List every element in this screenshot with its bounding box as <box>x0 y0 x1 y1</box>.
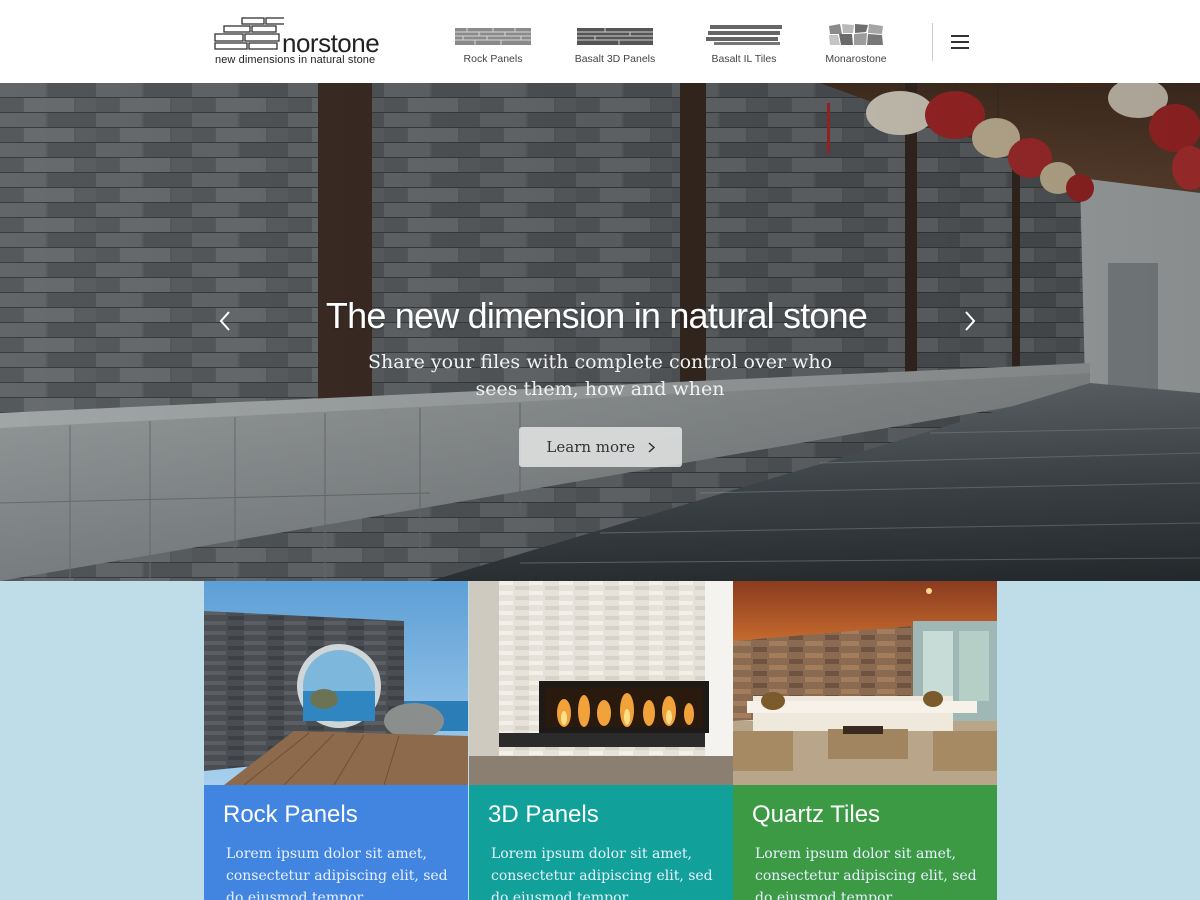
rock-panels-image <box>204 581 468 785</box>
card-body: 3D Panels Lorem ipsum dolor sit amet, co… <box>469 785 733 900</box>
hamburger-menu-icon[interactable] <box>948 30 972 54</box>
product-card-quartz-tiles[interactable]: Quartz Tiles Lorem ipsum dolor sit amet,… <box>733 581 997 900</box>
learn-more-label: Learn more <box>546 438 636 456</box>
nav-label: Basalt 3D Panels <box>574 53 656 65</box>
quartz-tiles-image <box>733 581 997 785</box>
chevron-right-icon <box>648 442 655 453</box>
product-card-3d-panels[interactable]: 3D Panels Lorem ipsum dolor sit amet, co… <box>469 581 733 900</box>
monarostone-icon <box>829 24 883 45</box>
card-title: Quartz Tiles <box>752 801 881 828</box>
brand-name: norstone <box>282 28 380 58</box>
site-header: norstone new dimensions in natural stone… <box>0 0 1200 83</box>
product-section: Rock Panels Lorem ipsum dolor sit amet, … <box>0 581 1200 900</box>
nav-item-rock-panels[interactable]: Rock Panels <box>443 22 543 70</box>
card-body: Rock Panels Lorem ipsum dolor sit amet, … <box>204 785 468 900</box>
basalt-3d-panels-icon <box>577 28 653 45</box>
norstone-logo-icon <box>214 17 284 50</box>
card-description: Lorem ipsum dolor sit amet, consectetur … <box>491 846 713 900</box>
nav-label: Monarostone <box>825 53 887 65</box>
3d-panels-image <box>469 581 733 785</box>
hero-subtitle: Share your files with complete control o… <box>367 351 833 400</box>
header-divider <box>932 23 933 61</box>
card-description: Lorem ipsum dolor sit amet, consectetur … <box>226 846 448 900</box>
nav-item-monarostone[interactable]: Monarostone <box>806 22 906 70</box>
basalt-il-tiles-icon <box>706 25 782 45</box>
card-body: Quartz Tiles Lorem ipsum dolor sit amet,… <box>733 785 997 900</box>
brand-logo[interactable]: norstone new dimensions in natural stone <box>214 17 396 67</box>
rock-panels-icon <box>455 28 531 45</box>
hero-slider: The new dimension in natural stone Share… <box>0 83 1200 581</box>
card-description: Lorem ipsum dolor sit amet, consectetur … <box>755 846 977 900</box>
card-title: Rock Panels <box>223 801 358 828</box>
nav-item-basalt-il-tiles[interactable]: Basalt IL Tiles <box>694 22 794 70</box>
nav-label: Rock Panels <box>463 53 523 65</box>
product-card-rock-panels[interactable]: Rock Panels Lorem ipsum dolor sit amet, … <box>204 581 468 900</box>
learn-more-button[interactable]: Learn more <box>519 427 682 467</box>
nav-label: Basalt IL Tiles <box>711 53 777 65</box>
chevron-right-icon[interactable] <box>960 308 980 334</box>
card-title: 3D Panels <box>488 801 599 828</box>
chevron-left-icon[interactable] <box>216 308 236 334</box>
hero-title: The new dimension in natural stone <box>325 295 868 336</box>
nav-item-basalt-3d-panels[interactable]: Basalt 3D Panels <box>565 22 665 70</box>
brand-tagline: new dimensions in natural stone <box>215 54 376 66</box>
